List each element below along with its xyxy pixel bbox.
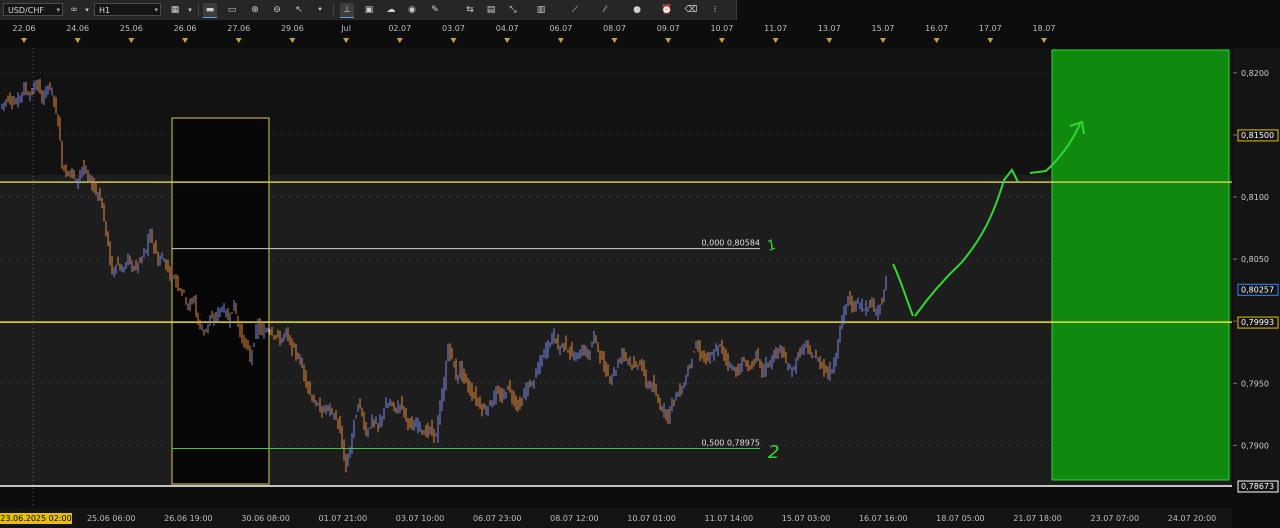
top-date-label: 22.06 <box>13 24 36 33</box>
chevron-down-icon[interactable]: ▾ <box>183 3 197 17</box>
chevron-down-icon: ▾ <box>154 6 158 14</box>
price-marker-label: 0,79993 <box>1241 318 1274 327</box>
top-date-label: 17.07 <box>979 24 1002 33</box>
time-tick-label: 24.07 20:00 <box>1168 514 1217 523</box>
time-tick-label: 11.07 14:00 <box>705 514 754 523</box>
price-chart[interactable]: 22.06 24.06 25.06 26.06 27.06 29.06 Jul 02.07 03… <box>0 20 1280 528</box>
top-date-label: 02.07 <box>388 24 411 33</box>
more-icon[interactable]: ⁝ <box>708 3 722 17</box>
zoom-in-icon[interactable]: ⊕ <box>248 3 262 17</box>
fib-level-label: 0,500 0,78975 <box>701 438 760 447</box>
time-tick-label: 23.07 07:00 <box>1091 514 1140 523</box>
symbol-value: USD/CHF <box>8 6 44 15</box>
time-tick-label: 18.07 05:00 <box>936 514 985 523</box>
grid-icon[interactable]: ▥ <box>534 3 548 17</box>
trend-icon[interactable]: ⁄ <box>598 3 612 17</box>
top-date-label: 27.06 <box>227 24 250 33</box>
price-marker-label: 0,78673 <box>1241 482 1274 491</box>
time-tick-label: 25.06 06:00 <box>87 514 136 523</box>
rectangle-tool-icon[interactable]: ▭ <box>225 3 239 17</box>
range-rectangle[interactable] <box>171 117 270 485</box>
price-tick-label: 0,7950 <box>1241 379 1269 388</box>
top-date-label: Jul <box>340 24 351 33</box>
pencil-icon[interactable]: ✎ <box>428 3 442 17</box>
price-marker-label: 0,80257 <box>1241 285 1274 294</box>
chart-type-icon[interactable]: ▦ <box>168 3 182 17</box>
table-icon[interactable]: ▤ <box>484 3 498 17</box>
time-tick-label: 15.07 03:00 <box>782 514 831 523</box>
top-date-label: 25.06 <box>120 24 143 33</box>
note-icon[interactable]: ▣ <box>362 3 376 17</box>
fib-level-label: 0,000 0,80584 <box>701 239 760 248</box>
trading-app: USD/CHF ▾ ∞ ▾ H1 ▾ ▦ ▾ ▬ ▭ ⊕ ⊖ ↖ • ⊥ ▣ ☁… <box>0 0 1280 528</box>
wave-label-2: 2 <box>768 442 779 463</box>
toolbar-separator <box>198 3 199 17</box>
time-tick-label: 03.07 10:00 <box>396 514 445 523</box>
top-date-label: 29.06 <box>281 24 304 33</box>
price-tick-label: 0,8100 <box>1241 193 1269 202</box>
target-zone-rectangle[interactable] <box>1051 49 1230 481</box>
globe-icon[interactable]: ◉ <box>405 3 419 17</box>
arrows-icon[interactable]: ⤡ <box>506 3 520 17</box>
top-date-label: 26.06 <box>174 24 197 33</box>
time-tick-label: 30.06 08:00 <box>241 514 290 523</box>
chevron-down-icon[interactable]: ▾ <box>80 3 94 17</box>
time-tick-label: 26.06 19:00 <box>164 514 213 523</box>
chevron-down-icon: ▾ <box>56 6 60 14</box>
top-date-label: 24.06 <box>66 24 89 33</box>
price-axis <box>1233 48 1280 486</box>
time-tick-label: 16.07 16:00 <box>859 514 908 523</box>
price-tick-label: 0,8050 <box>1241 255 1269 264</box>
top-date-label: 09.07 <box>657 24 680 33</box>
vertical-line-icon[interactable]: ⊥ <box>340 3 354 18</box>
time-tick-label: 06.07 23:00 <box>473 514 522 523</box>
price-tick-label: 0,8200 <box>1241 69 1269 78</box>
time-tick-label: 10.07 01:00 <box>627 514 676 523</box>
chart-toolbar: USD/CHF ▾ ∞ ▾ H1 ▾ ▦ ▾ ▬ ▭ ⊕ ⊖ ↖ • ⊥ ▣ ☁… <box>0 0 737 21</box>
dot-icon[interactable]: • <box>313 3 327 17</box>
time-tick-label: 08.07 12:00 <box>550 514 599 523</box>
circle-icon[interactable]: ● <box>630 3 644 17</box>
trades-icon[interactable]: ⇆ <box>463 3 477 17</box>
top-date-label: 11.07 <box>764 24 787 33</box>
timeframe-value: H1 <box>99 6 111 15</box>
top-date-label: 06.07 <box>549 24 572 33</box>
cursor-icon[interactable]: ↖ <box>292 3 306 17</box>
time-tick-label: 01.07 21:00 <box>319 514 368 523</box>
eraser-icon[interactable]: ⌫ <box>684 3 698 17</box>
time-tick-label: 21.07 18:00 <box>1013 514 1062 523</box>
cursor-time-label: 23.06.2025 02:00 <box>0 514 71 523</box>
top-date-label: 15.07 <box>871 24 894 33</box>
zoom-out-icon[interactable]: ⊖ <box>270 3 284 17</box>
cloud-icon[interactable]: ☁ <box>384 3 398 17</box>
price-tick-label: 0,7900 <box>1241 441 1269 450</box>
link-icon[interactable]: ∞ <box>67 3 81 17</box>
top-date-label: 04.07 <box>496 24 519 33</box>
alarm-icon[interactable]: ⏰ <box>660 3 674 17</box>
price-marker-label: 0,81500 <box>1241 131 1274 140</box>
top-date-label: 13.07 <box>818 24 841 33</box>
symbol-select[interactable]: USD/CHF ▾ <box>3 3 63 16</box>
top-date-label: 08.07 <box>603 24 626 33</box>
trend-icon[interactable]: ⟋ <box>568 3 582 17</box>
line-tool-icon[interactable]: ▬ <box>203 3 217 18</box>
top-date-label: 16.07 <box>925 24 948 33</box>
timeframe-select[interactable]: H1 ▾ <box>94 3 161 16</box>
top-date-label: 10.07 <box>710 24 733 33</box>
top-date-label: 18.07 <box>1033 24 1056 33</box>
top-date-label: 03.07 <box>442 24 465 33</box>
toolbar-separator <box>333 3 334 17</box>
